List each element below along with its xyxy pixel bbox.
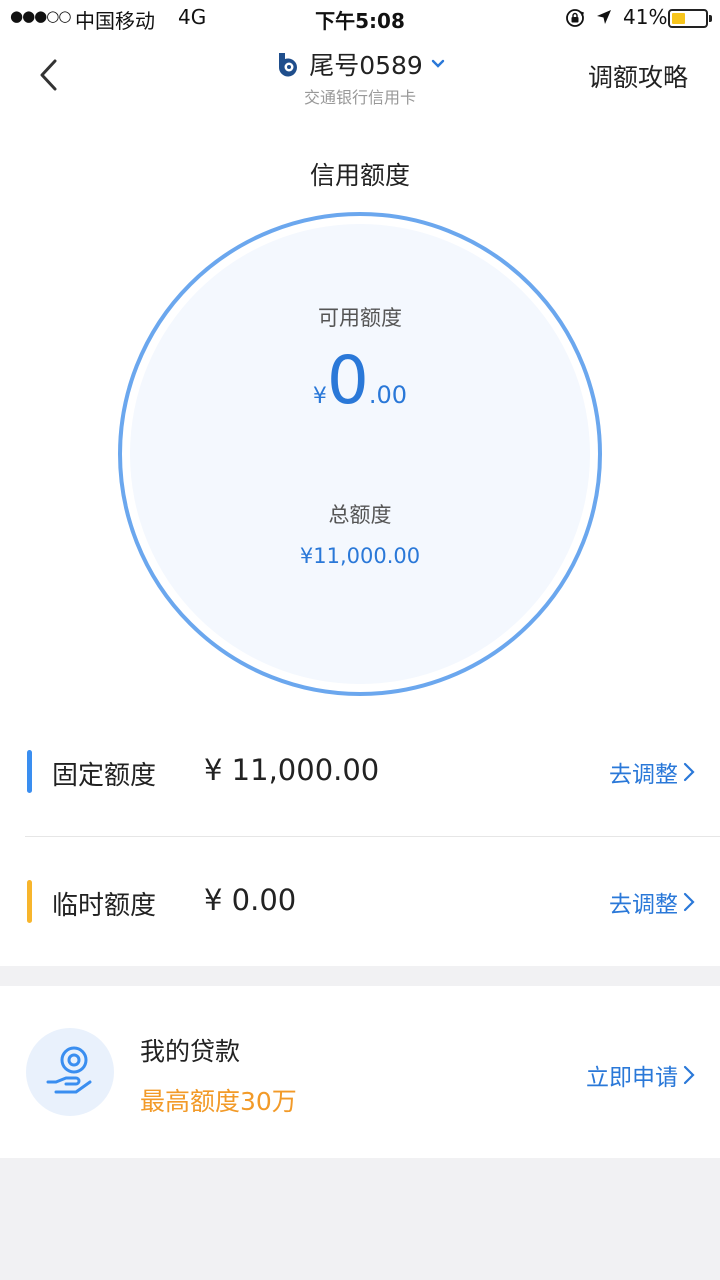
total-limit-label: 总额度 xyxy=(328,503,392,527)
available-integer: 0 xyxy=(326,342,369,419)
coin-in-hand-icon xyxy=(46,1046,92,1094)
available-limit-amount: ¥0.00 xyxy=(130,342,590,419)
loan-card[interactable]: 我的贷款 最高额度30万 立即申请 xyxy=(0,986,720,1158)
status-bar: ●●●○○ 中国移动 4G 下午5:08 41% xyxy=(0,0,720,36)
navigation-bar: 尾号0589 交通银行信用卡 调额攻略 xyxy=(0,40,720,110)
fixed-limit-row: 固定额度 ¥ 11,000.00 去调整 xyxy=(0,706,720,836)
battery-icon xyxy=(668,9,712,28)
chevron-down-icon xyxy=(431,59,445,68)
loan-icon-badge xyxy=(26,1028,114,1116)
fixed-limit-marker xyxy=(27,750,32,793)
battery-percent: 41% xyxy=(623,5,668,29)
credit-limit-ring: 可用额度 ¥0.00 总额度 ¥11,000.00 xyxy=(118,212,602,696)
chevron-right-icon xyxy=(683,1065,695,1085)
chevron-right-icon xyxy=(683,762,695,782)
temporary-limit-label: 临时额度 xyxy=(52,891,157,921)
temporary-limit-amount: ¥ 0.00 xyxy=(204,883,297,917)
fixed-limit-amount: ¥ 11,000.00 xyxy=(204,753,380,787)
total-limit-amount: ¥11,000.00 xyxy=(299,544,421,568)
available-decimal: .00 xyxy=(368,381,408,409)
battery-fill xyxy=(672,13,685,24)
chevron-right-icon xyxy=(683,892,695,912)
adjust-temporary-limit-button[interactable]: 去调整 xyxy=(609,885,696,919)
rotation-lock-icon xyxy=(566,9,584,27)
apply-loan-button[interactable]: 立即申请 xyxy=(586,1058,696,1092)
limit-strategy-link[interactable]: 调额攻略 xyxy=(588,58,688,94)
bank-logo-icon xyxy=(279,53,298,77)
loan-max-amount: 最高额度30万 xyxy=(140,1087,297,1116)
page-title: 信用额度 xyxy=(309,161,410,190)
temporary-limit-marker xyxy=(27,880,32,923)
loan-title: 我的贷款 xyxy=(140,1037,241,1066)
main-panel: ●●●○○ 中国移动 4G 下午5:08 41% 尾号0589 交通银行信用卡 … xyxy=(0,0,720,966)
fixed-limit-label: 固定额度 xyxy=(52,761,157,791)
currency-symbol: ¥ xyxy=(312,384,327,409)
status-time: 下午5:08 xyxy=(315,9,405,33)
adjust-fixed-limit-button[interactable]: 去调整 xyxy=(609,755,696,789)
card-title: 尾号0589 xyxy=(309,51,423,80)
temporary-limit-row: 临时额度 ¥ 0.00 去调整 xyxy=(0,836,720,966)
location-arrow-icon xyxy=(597,10,611,24)
available-limit-label: 可用额度 xyxy=(318,306,402,330)
